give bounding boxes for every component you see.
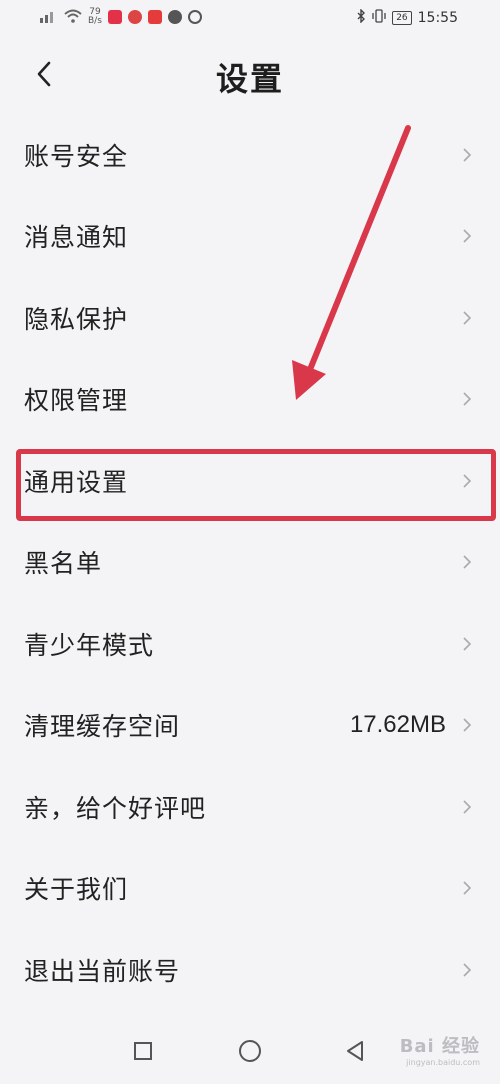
recents-button[interactable] xyxy=(128,1036,158,1066)
settings-item-general[interactable]: 通用设置 xyxy=(0,440,500,522)
home-button[interactable] xyxy=(235,1036,265,1066)
page-title: 设置 xyxy=(215,60,284,98)
settings-item-permissions[interactable]: 权限管理 xyxy=(0,359,500,441)
battery-indicator: 26 xyxy=(392,11,412,25)
chevron-right-icon xyxy=(460,796,474,818)
app-notification-icon xyxy=(107,10,122,24)
settings-item-label: 黑名单 xyxy=(24,549,103,579)
back-nav-button[interactable] xyxy=(340,1036,370,1066)
settings-item-label: 退出当前账号 xyxy=(24,956,181,986)
chevron-right-icon xyxy=(460,470,474,492)
settings-item-label: 亲，给个好评吧 xyxy=(24,793,207,823)
settings-item-teen-mode[interactable]: 青少年模式 xyxy=(0,603,500,685)
settings-item-label: 关于我们 xyxy=(24,875,129,905)
settings-item-label: 权限管理 xyxy=(24,386,129,416)
signal-icon xyxy=(40,9,58,26)
wifi-icon xyxy=(64,9,82,26)
chevron-right-icon xyxy=(460,307,474,329)
settings-item-logout[interactable]: 退出当前账号 xyxy=(0,929,500,1011)
settings-item-clear-cache[interactable]: 清理缓存空间 17.62MB xyxy=(0,685,500,767)
status-time: 15:55 xyxy=(417,10,458,26)
settings-item-rate-app[interactable]: 亲，给个好评吧 xyxy=(0,766,500,848)
header: 设置 xyxy=(0,40,500,112)
app-notification-icon xyxy=(127,10,142,24)
settings-item-label: 消息通知 xyxy=(24,223,129,253)
settings-item-blacklist[interactable]: 黑名单 xyxy=(0,522,500,604)
settings-item-about-us[interactable]: 关于我们 xyxy=(0,848,500,930)
bluetooth-icon xyxy=(356,8,366,27)
chevron-right-icon xyxy=(460,714,474,736)
watermark: Bai 经验 jingyan.baidu.com xyxy=(400,1032,480,1067)
status-bar-left: 79 B/s xyxy=(40,8,202,26)
chevron-right-icon xyxy=(460,144,474,166)
network-speed-unit: B/s xyxy=(88,16,102,26)
settings-item-label: 隐私保护 xyxy=(24,304,129,334)
settings-item-label: 清理缓存空间 xyxy=(24,712,181,742)
settings-item-privacy[interactable]: 隐私保护 xyxy=(0,277,500,359)
chat-icon xyxy=(167,10,182,24)
triangle-back-icon xyxy=(347,1041,363,1061)
message-icon xyxy=(187,10,202,24)
square-icon xyxy=(134,1042,152,1060)
settings-item-message-notifications[interactable]: 消息通知 xyxy=(0,196,500,278)
settings-list: 账号安全 消息通知 隐私保护 权限管理 通用设置 黑名单 青少年模式 清理缓存空… xyxy=(0,114,500,1011)
network-speed: 79 B/s xyxy=(88,8,102,26)
status-bar: 79 B/s 26 15:55 xyxy=(0,0,500,38)
watermark-text: Bai 经验 xyxy=(399,1036,480,1057)
cache-size-value: 17.62MB xyxy=(349,711,446,739)
status-bar-right: 26 15:55 xyxy=(356,8,458,27)
chevron-right-icon xyxy=(460,633,474,655)
circle-icon xyxy=(239,1040,261,1062)
chevron-right-icon xyxy=(460,959,474,981)
chevron-right-icon xyxy=(460,225,474,247)
settings-item-label: 青少年模式 xyxy=(24,630,155,660)
settings-item-label: 账号安全 xyxy=(24,141,129,171)
settings-item-label: 通用设置 xyxy=(24,467,129,497)
chevron-right-icon xyxy=(460,551,474,573)
app-notification-icon xyxy=(147,10,162,24)
watermark-sub: jingyan.baidu.com xyxy=(406,1058,480,1067)
settings-item-account-security[interactable]: 账号安全 xyxy=(0,114,500,196)
chevron-right-icon xyxy=(460,388,474,410)
vibrate-icon xyxy=(372,9,386,27)
chevron-right-icon xyxy=(460,877,474,899)
